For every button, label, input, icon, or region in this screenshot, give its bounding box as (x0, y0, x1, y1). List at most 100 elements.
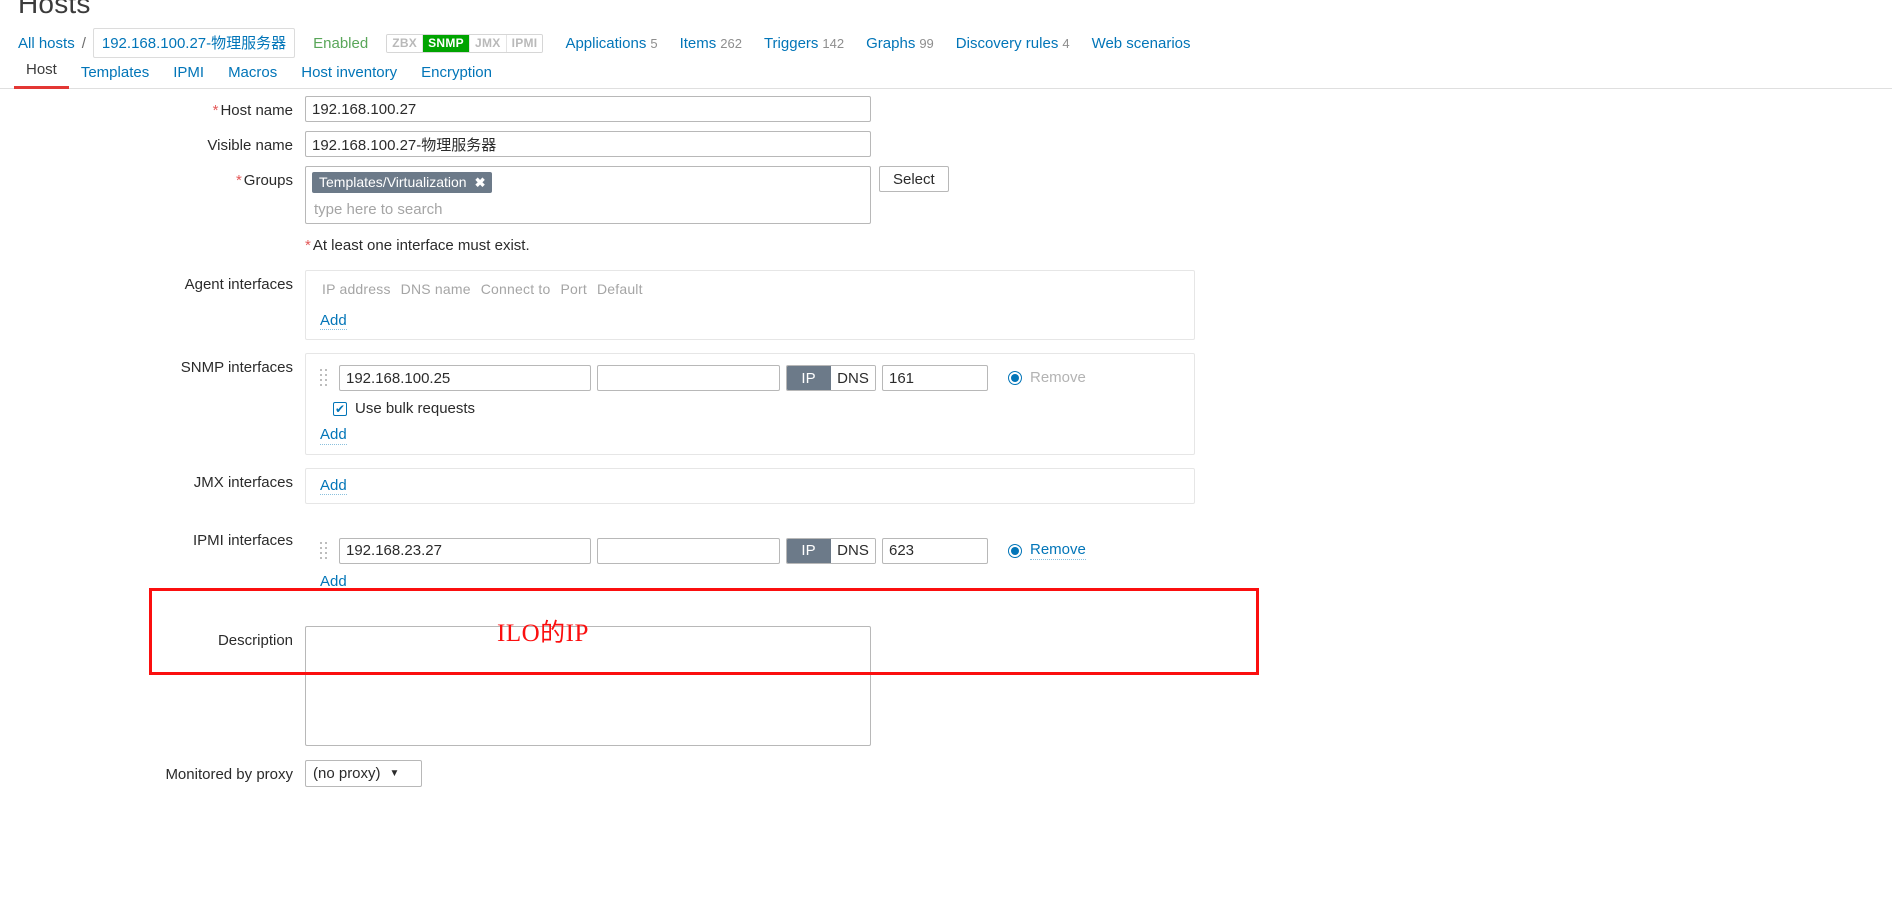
ipmi-interface-row: IP DNS Remove (320, 537, 1184, 564)
add-snmp-interface-link[interactable]: Add (320, 426, 347, 445)
header-link-applications-label: Applications (565, 34, 647, 52)
jmx-interfaces-panel: Add (305, 467, 1195, 504)
add-jmx-interface-link[interactable]: Add (320, 477, 347, 495)
tab-bar: Host Templates IPMI Macros Host inventor… (0, 58, 1892, 89)
ipmi-default-radio[interactable] (1008, 543, 1022, 558)
header-link-graphs[interactable]: Graphs 99 (866, 35, 934, 52)
label-jmx-interfaces: JMX interfaces (193, 473, 293, 491)
header-link-web-scenarios-label: Web scenarios (1091, 34, 1191, 52)
host-form: *Host name Visible name *Groups Template… (0, 96, 1892, 796)
snmp-interface-row: IP DNS Remove (320, 365, 1184, 392)
field-row-ipmi-interfaces: IPMI interfaces IP DNS Remove Add (0, 525, 1892, 601)
header-link-triggers-label: Triggers (763, 34, 819, 52)
label-groups: * Groups (0, 166, 305, 189)
field-row-agent-interfaces: Agent interfaces IP address DNS name Conne… (0, 270, 1892, 341)
required-marker-interface: * (305, 237, 311, 254)
add-agent-interface-link[interactable]: Add (320, 312, 347, 331)
header-link-applications-count: 5 (650, 35, 658, 51)
tab-ipmi[interactable]: IPMI (161, 64, 216, 89)
ipmi-dns-input[interactable] (597, 537, 780, 564)
column-dns-name: DNS name (400, 281, 471, 297)
tab-templates[interactable]: Templates (69, 64, 161, 89)
add-ipmi-interface-link[interactable]: Add (320, 573, 347, 591)
tab-encryption[interactable]: Encryption (409, 64, 504, 89)
snmp-port-input[interactable] (882, 365, 988, 392)
snmp-default-radio[interactable] (1008, 371, 1022, 386)
snmp-remove-link: Remove (1030, 368, 1086, 386)
group-chip-label: Templates/Virtualization (319, 174, 467, 190)
visible-name-input[interactable] (305, 131, 871, 157)
snmp-interfaces-panel: IP DNS Remove ✔ Use bulk requests Add (305, 353, 1195, 455)
tab-host-inventory[interactable]: Host inventory (289, 64, 409, 89)
drag-handle-icon[interactable] (320, 539, 330, 563)
header-link-triggers[interactable]: Triggers 142 (764, 35, 844, 52)
field-row-monitored-by-proxy: Monitored by proxy (no proxy) ▼ (0, 760, 1892, 787)
header-link-discovery-rules[interactable]: Discovery rules 4 (956, 35, 1070, 52)
snmp-bulk-label: Use bulk requests (355, 400, 476, 418)
breadcrumb-all-hosts[interactable]: All hosts (18, 35, 75, 52)
description-textarea[interactable] (305, 626, 871, 746)
snmp-bulk-checkbox[interactable]: ✔ (333, 401, 347, 416)
tab-macros[interactable]: Macros (216, 64, 289, 89)
header-link-web-scenarios[interactable]: Web scenarios (1092, 35, 1191, 52)
label-snmp-interfaces: SNMP interfaces (180, 359, 293, 377)
drag-handle-icon[interactable] (320, 366, 330, 390)
header-link-applications[interactable]: Applications 5 (565, 35, 657, 52)
groups-multiselect[interactable]: Templates/Virtualization ✖ (305, 166, 871, 224)
label-host-name: * Host name (0, 96, 305, 119)
protocol-badges: ZBX SNMP JMX IPMI (386, 33, 544, 53)
ipmi-interfaces-panel: IP DNS Remove Add (305, 525, 1195, 601)
ipmi-connect-to-ip[interactable]: IP (787, 538, 831, 563)
header-link-graphs-count: 99 (919, 35, 934, 51)
label-spacer-interface-note (0, 233, 305, 239)
close-icon[interactable]: ✖ (475, 176, 486, 189)
label-agent-interfaces: Agent interfaces (184, 276, 293, 293)
header-link-triggers-count: 142 (822, 35, 845, 51)
host-status-link[interactable]: Enabled (313, 35, 368, 52)
header-link-discovery-rules-label: Discovery rules (955, 34, 1059, 52)
protocol-badge-ipmi[interactable]: IPMI (506, 34, 543, 52)
groups-search-input[interactable] (312, 200, 864, 219)
column-default: Default (596, 281, 643, 297)
header-link-items[interactable]: Items 262 (680, 35, 742, 52)
label-host-name-text: Host name (220, 102, 293, 119)
field-row-jmx-interfaces: JMX interfaces Add (0, 467, 1892, 504)
required-marker-groups: * (235, 172, 242, 189)
ipmi-ip-input[interactable] (339, 537, 591, 564)
monitored-by-proxy-select[interactable]: (no proxy) ▼ (305, 760, 423, 787)
ipmi-port-input[interactable] (882, 537, 988, 564)
field-row-snmp-interfaces: SNMP interfaces IP DNS Remove ✔ (0, 353, 1892, 455)
field-row-host-name: * Host name (0, 96, 1892, 122)
required-marker-host-name: * (212, 102, 219, 119)
snmp-bulk-requests-row: ✔ Use bulk requests (333, 400, 1184, 417)
column-connect-to: Connect to (480, 281, 551, 297)
snmp-ip-input[interactable] (339, 365, 591, 392)
field-row-interface-note: * At least one interface must exist. (0, 233, 1892, 254)
breadcrumb-host-name[interactable]: 192.168.100.27-物理服务器 (92, 28, 296, 58)
protocol-badge-zbx[interactable]: ZBX (387, 34, 424, 52)
tab-host[interactable]: Host (14, 61, 69, 89)
ipmi-connect-to-dns[interactable]: DNS (831, 538, 875, 563)
snmp-dns-input[interactable] (597, 365, 780, 392)
ipmi-connect-to-toggle: IP DNS (786, 537, 876, 564)
label-description: Description (217, 632, 293, 649)
breadcrumb-separator: / (81, 34, 86, 52)
snmp-connect-to-ip[interactable]: IP (787, 366, 831, 391)
agent-interfaces-columns: IP address DNS name Connect to Port Default (320, 279, 1184, 303)
protocol-badge-snmp[interactable]: SNMP (423, 34, 470, 52)
label-groups-text: Groups (243, 172, 293, 189)
field-row-groups: *Groups Templates/Virtualization ✖ Selec… (0, 166, 1892, 224)
interface-required-note-text: At least one interface must exist. (312, 237, 530, 254)
protocol-badge-jmx[interactable]: JMX (469, 34, 507, 52)
ipmi-remove-link[interactable]: Remove (1030, 541, 1086, 560)
host-name-input[interactable] (305, 96, 871, 122)
ipmi-default-group: Remove (1008, 541, 1086, 560)
field-row-description: Description (0, 626, 1892, 746)
label-monitored-by-proxy: Monitored by proxy (165, 766, 293, 783)
select-groups-button[interactable]: Select (879, 166, 949, 192)
snmp-connect-to-dns[interactable]: DNS (831, 366, 875, 391)
header-link-items-label: Items (679, 34, 717, 52)
header-link-graphs-label: Graphs (866, 34, 916, 52)
page-title: Hosts (18, 0, 91, 19)
group-chip: Templates/Virtualization ✖ (312, 172, 492, 193)
